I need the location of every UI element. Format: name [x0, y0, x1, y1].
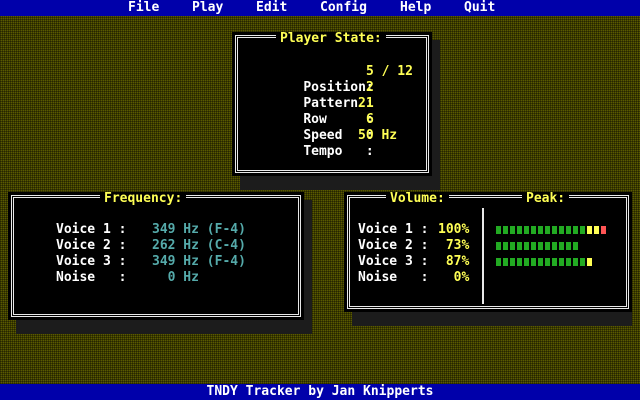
- peak-meter-voice2: [496, 242, 578, 250]
- peak-segment: [545, 226, 550, 234]
- peak-segment: [552, 242, 557, 250]
- peak-segment: [510, 226, 515, 234]
- volume-shadow: [352, 312, 632, 326]
- peak-segment: [496, 226, 501, 234]
- peak-segment: [559, 226, 564, 234]
- vol-noise-label: Noise :: [358, 270, 429, 285]
- peak-segment: [538, 226, 543, 234]
- peak-segment: [559, 258, 564, 266]
- tempo-label: Tempo :: [303, 144, 374, 159]
- pattern-row: Pattern :: [272, 80, 373, 111]
- tempo-value: 50 Hz: [358, 128, 398, 143]
- frequency-title: Frequency:: [100, 192, 187, 206]
- menu-quit[interactable]: Quit: [464, 0, 495, 16]
- peak-title: Peak:: [522, 192, 570, 206]
- pattern-value: 2: [366, 80, 374, 95]
- peak-segment: [566, 226, 571, 234]
- vol-voice3-label: Voice 3 :: [358, 254, 429, 269]
- peak-segment: [517, 226, 522, 234]
- freq-voice3-label: Voice 3 :: [56, 254, 127, 269]
- peak-meter-voice3: [496, 258, 592, 266]
- menu-play[interactable]: Play: [192, 0, 223, 16]
- peak-segment: [573, 242, 578, 250]
- row-value: 21: [358, 96, 374, 111]
- peak-meter-voice1: [496, 226, 606, 234]
- peak-segment: [496, 242, 501, 250]
- peak-segment: [524, 226, 529, 234]
- peak-segment: [559, 242, 564, 250]
- speed-value: 6: [366, 112, 374, 127]
- player-state-shadow-side: [432, 40, 440, 190]
- peak-segment: [601, 226, 606, 234]
- status-bar: TNDY Tracker by Jan Knipperts: [0, 384, 640, 400]
- peak-segment: [552, 226, 557, 234]
- peak-segment: [510, 258, 515, 266]
- player-state-shadow: [240, 176, 440, 190]
- position-value: 5 / 12: [366, 64, 413, 79]
- peak-segment: [580, 258, 585, 266]
- peak-segment: [531, 258, 536, 266]
- peak-segment: [545, 242, 550, 250]
- speed-row: Speed :: [272, 112, 373, 143]
- vol-voice1-value: 100%: [438, 222, 470, 237]
- peak-segment: [503, 258, 508, 266]
- position-row: Position:: [272, 64, 373, 95]
- peak-segment: [587, 258, 592, 266]
- peak-segment: [531, 242, 536, 250]
- freq-voice1-value: 349 Hz (F-4): [152, 222, 246, 237]
- frequency-shadow-side: [304, 200, 312, 334]
- frequency-shadow: [16, 320, 312, 334]
- vol-voice3-value: 87%: [438, 254, 470, 269]
- vol-voice2-label: Voice 2 :: [358, 238, 429, 253]
- vol-voice1-label: Voice 1 :: [358, 222, 429, 237]
- peak-segment: [566, 242, 571, 250]
- vol-noise-value: 0%: [438, 270, 470, 285]
- freq-voice1-label: Voice 1 :: [56, 222, 127, 237]
- player-state-title: Player State:: [276, 32, 386, 46]
- peak-segment: [496, 258, 501, 266]
- peak-segment: [573, 258, 578, 266]
- peak-segment: [538, 242, 543, 250]
- peak-segment: [594, 226, 599, 234]
- menu-help[interactable]: Help: [400, 0, 431, 16]
- menu-bar: File Play Edit Config Help Quit: [0, 0, 640, 16]
- freq-voice2-label: Voice 2 :: [56, 238, 127, 253]
- volume-title: Volume:: [386, 192, 449, 206]
- peak-segment: [538, 258, 543, 266]
- menu-edit[interactable]: Edit: [256, 0, 287, 16]
- volume-peak-divider: [482, 208, 484, 304]
- peak-segment: [524, 242, 529, 250]
- menu-file[interactable]: File: [128, 0, 159, 16]
- peak-segment: [524, 258, 529, 266]
- peak-segment: [545, 258, 550, 266]
- peak-segment: [517, 258, 522, 266]
- peak-segment: [510, 242, 515, 250]
- peak-segment: [517, 242, 522, 250]
- freq-noise-label: Noise :: [56, 270, 127, 285]
- frequency-window: Frequency: Voice 1 : 349 Hz (F-4) Voice …: [8, 192, 304, 320]
- peak-segment: [503, 226, 508, 234]
- peak-segment: [573, 226, 578, 234]
- peak-segment: [552, 258, 557, 266]
- menu-config[interactable]: Config: [320, 0, 367, 16]
- player-state-window: Player State: Position: 5 / 12 Pattern :…: [232, 32, 432, 176]
- freq-voice3-value: 349 Hz (F-4): [152, 254, 246, 269]
- vol-voice2-value: 73%: [438, 238, 470, 253]
- freq-noise-value: 0 Hz: [152, 270, 199, 285]
- peak-segment: [503, 242, 508, 250]
- peak-segment: [580, 226, 585, 234]
- peak-segment: [566, 258, 571, 266]
- peak-segment: [531, 226, 536, 234]
- peak-segment: [587, 226, 592, 234]
- freq-voice2-value: 262 Hz (C-4): [152, 238, 246, 253]
- volume-peak-window: Volume: Peak: Voice 1 : 100% Voice 2 : 7…: [344, 192, 632, 312]
